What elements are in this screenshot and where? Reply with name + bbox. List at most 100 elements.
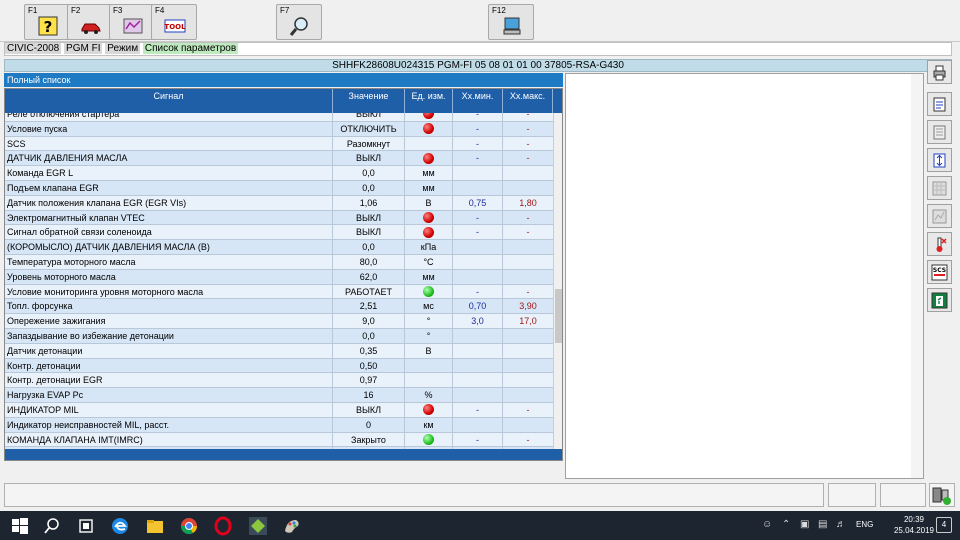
table-row[interactable]: Условие мониторинга уровня моторного мас… (5, 284, 553, 300)
min-cell: - (453, 113, 503, 121)
edge-browser-icon[interactable] (110, 516, 130, 536)
mode-value: Список параметров (142, 43, 239, 54)
table-row[interactable]: Опережение зажигания 9,0 ° 3,0 17,0 (5, 314, 553, 329)
status-message-field (4, 483, 824, 507)
unit-cell (405, 403, 453, 417)
min-cell: - (453, 284, 503, 299)
table-row[interactable]: Запаздывание во избежание детонации 0,0 ° (5, 329, 553, 344)
unit-cell: °C (405, 255, 453, 269)
chrome-icon[interactable] (179, 516, 199, 536)
tray-app-icon[interactable]: ▣ (800, 519, 809, 530)
column-header-max[interactable]: Хх.макс. (503, 89, 553, 113)
hds-app-icon[interactable] (248, 516, 268, 536)
table-row[interactable]: Команда EGR L 0,0 мм (5, 166, 553, 181)
status-red-indicator-icon (423, 152, 434, 164)
connection-status[interactable] (929, 483, 955, 507)
f4-tool-button[interactable]: F4 TOOL (151, 4, 197, 40)
status-field-2 (828, 483, 876, 507)
f1-help-button[interactable]: F1 ? (24, 4, 70, 40)
table-row[interactable]: ДАТЧИК ДАВЛЕНИЯ МАСЛА ВЫКЛ - - (5, 151, 553, 167)
table-row[interactable]: Индикатор неисправностей MIL, расст. 0 км (5, 417, 553, 433)
taskbar-clock[interactable]: 20:39 25.04.2019 (894, 514, 934, 536)
table-row[interactable]: Электромагнитный клапан VTEC ВЫКЛ - - (5, 210, 553, 226)
signal-cell: КОМАНДА КЛАПАНА IMT(IMRC) (5, 432, 333, 447)
task-view-icon[interactable] (76, 516, 96, 536)
scs-tool-button[interactable]: SCS (927, 260, 952, 284)
max-cell: - (526, 227, 530, 238)
signal-cell: Условие пуска (5, 121, 333, 136)
table-row[interactable]: Датчик детонации 0,35 В (5, 343, 553, 359)
table-row[interactable]: Топл. форсунка 2,51 мс 0,70 3,90 (5, 299, 553, 315)
value-cell: 1,06 (333, 195, 405, 210)
settings-icon (933, 97, 946, 112)
settings-tool-button[interactable] (927, 92, 952, 116)
min-cell: 0,75 (453, 195, 503, 210)
people-icon[interactable]: ☺ (762, 519, 772, 530)
exit-tool-button[interactable] (927, 288, 952, 312)
paint-icon[interactable] (282, 516, 302, 536)
value-cell: Закрыто (333, 432, 405, 447)
value-cell: ВЫКЛ (333, 151, 405, 166)
value-cell: 9,0 (333, 314, 405, 329)
table-row[interactable]: Контр. детонации EGR 0,97 (5, 373, 553, 389)
table-body: Реле отключения стартера ВЫКЛ - - Условие пу… (5, 113, 553, 449)
max-cell: 17,0 (519, 316, 537, 327)
graph-panel-scrollbar[interactable] (911, 74, 923, 478)
table-row[interactable]: Датчик положения клапана EGR (EGR VIs) 1,… (5, 195, 553, 211)
chart-tool-button[interactable] (927, 204, 952, 228)
min-cell: 3,0 (453, 314, 503, 329)
vin-info-bar: SHHFK28608U024315 PGM-FI 05 08 01 01 00 … (4, 59, 952, 72)
table-row[interactable]: Температура моторного масла 80,0 °C (5, 255, 553, 270)
language-indicator[interactable]: ENG (856, 520, 873, 529)
mode-label: Режим (105, 43, 141, 54)
hds-window: F1 ? F2 F3 F4 TOOL F7 F12 CIVIC-2008 PGM… (0, 0, 960, 540)
table-row[interactable]: КОМАНДА КЛАПАНА IMT(IMRC) Закрыто - - (5, 432, 553, 448)
column-header-value[interactable]: Значение (333, 89, 405, 113)
table-row[interactable]: Подъем клапана EGR 0,0 мм (5, 181, 553, 196)
max-cell: - (526, 405, 530, 415)
signal-cell: Реле отключения стартера (5, 113, 333, 121)
table-row[interactable]: Нагрузка EVAP Pc 16% (5, 388, 553, 403)
f7-search-button[interactable]: F7 (276, 4, 322, 40)
signal-cell: Уровень моторного масла (5, 269, 333, 284)
windows-start-icon[interactable] (10, 516, 30, 536)
volume-icon[interactable]: ♬ (836, 519, 846, 530)
value-cell: ОТКЛЮЧИТЬ (333, 121, 405, 136)
status-green-indicator-icon (423, 285, 434, 297)
search-taskbar-icon[interactable] (42, 516, 62, 536)
scrollbar-thumb[interactable] (555, 289, 562, 343)
column-header-unit[interactable]: Ед. изм. (405, 89, 453, 113)
resize-tool-button[interactable] (927, 148, 952, 172)
table-row[interactable]: Уровень моторного масла 62,0 мм (5, 269, 553, 285)
column-header-min[interactable]: Хх.мин. (453, 89, 503, 113)
table-scrollbar[interactable] (553, 113, 562, 449)
signal-cell: Электромагнитный клапан VTEC (5, 210, 333, 225)
opera-icon[interactable] (213, 516, 233, 536)
vehicle-model: CIVIC-2008 (5, 43, 62, 54)
table-row[interactable]: Контр. детонации 0,50 (5, 358, 553, 374)
min-cell: - (453, 210, 503, 225)
column-header-signal[interactable]: Сигнал (5, 89, 333, 113)
value-cell: 0,97 (333, 373, 405, 388)
f12-computer-button[interactable]: F12 (488, 4, 534, 40)
print-tool-button[interactable] (927, 60, 952, 84)
signal-cell: ДАТЧИК ДАВЛЕНИЯ МАСЛА (5, 151, 333, 166)
f2-vehicle-button[interactable]: F2 (67, 4, 113, 40)
table-row[interactable]: Сигнал обратной связи соленоида ВЫКЛ - - (5, 225, 553, 241)
signal-cell: Температура моторного масла (5, 255, 333, 269)
table-row[interactable]: Условие пуска ОТКЛЮЧИТЬ - - (5, 121, 553, 137)
grid-tool-button[interactable] (927, 176, 952, 200)
file-explorer-icon[interactable] (145, 516, 165, 536)
f3-diagnostic-button[interactable]: F3 (109, 4, 155, 40)
list-tool-button[interactable] (927, 120, 952, 144)
tray-chevron-icon[interactable]: ⌃ (782, 519, 790, 530)
table-row[interactable]: Реле отключения стартера ВЫКЛ - - (5, 113, 553, 122)
table-row[interactable]: SCS Разомкнут - - (5, 136, 553, 152)
network-icon[interactable]: ▤ (818, 519, 827, 530)
table-row[interactable]: (КОРОМЫСЛО) ДАТЧИК ДАВЛЕНИЯ МАСЛА (В) 0,0… (5, 240, 553, 255)
table-row[interactable]: ИНДИКАТОР MIL ВЫКЛ - - (5, 403, 553, 418)
notification-center-icon[interactable]: 4 (936, 517, 952, 533)
min-cell (453, 373, 503, 388)
chart-icon (932, 209, 947, 224)
thermometer-tool-button[interactable] (927, 232, 952, 256)
